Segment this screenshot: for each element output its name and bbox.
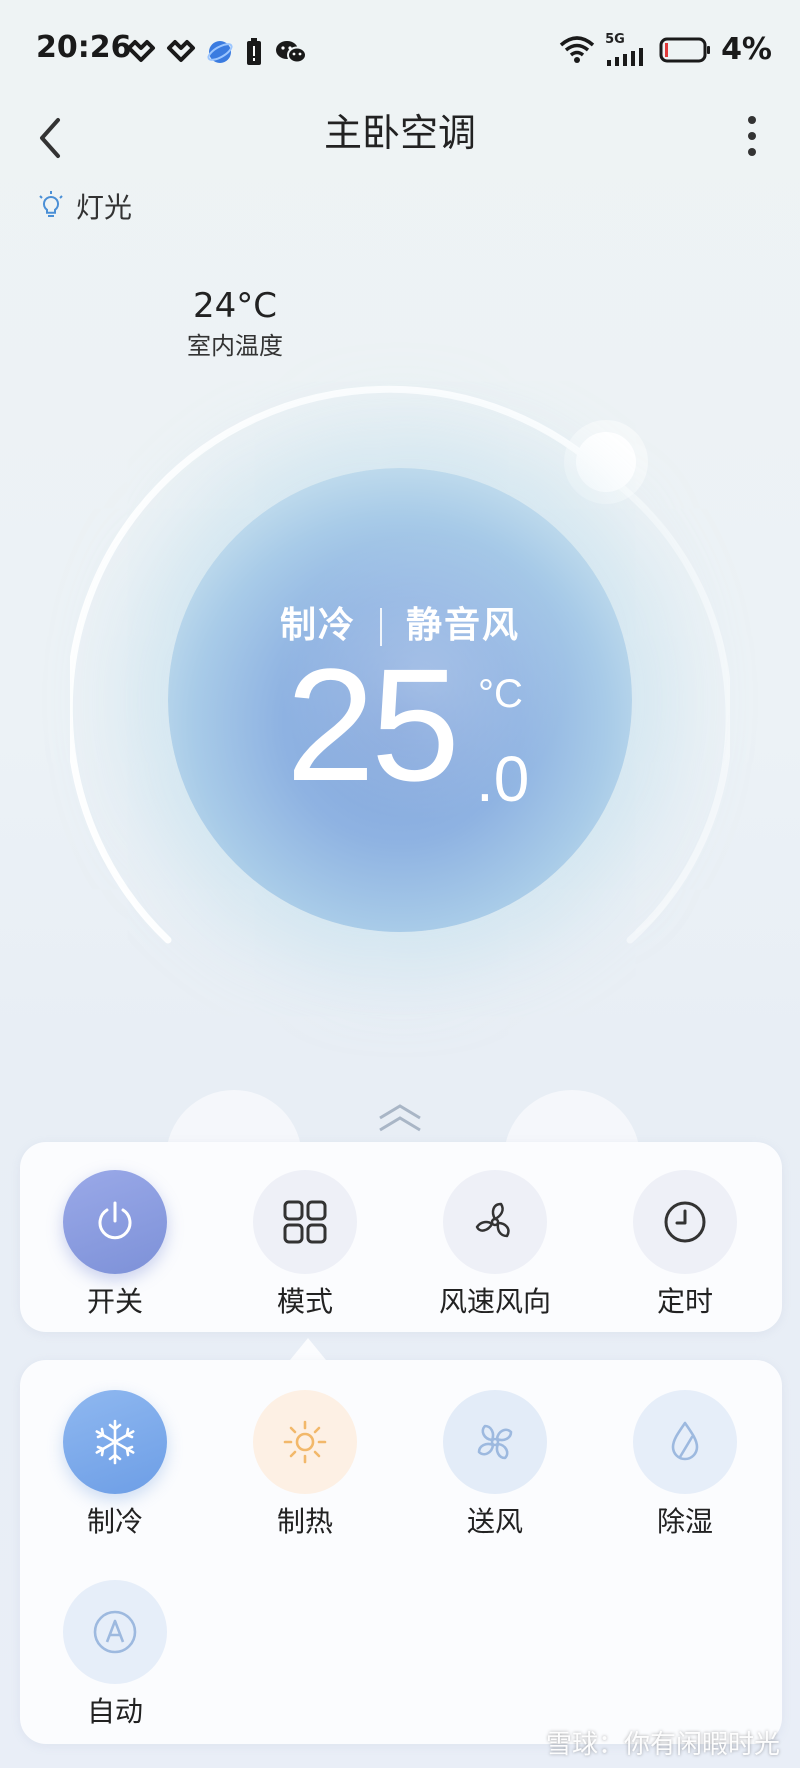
status-system-icons: 5G 4%: [559, 32, 772, 67]
wechat-icon: [276, 41, 307, 64]
mode-button[interactable]: 模式: [210, 1170, 400, 1320]
mode-fan-button[interactable]: 送风: [400, 1390, 590, 1540]
timer-button[interactable]: 定时: [590, 1170, 780, 1320]
mode-cool-circle[interactable]: [63, 1390, 167, 1494]
network-type: 5G: [605, 31, 625, 47]
indoor-temperature: 24°C: [192, 286, 277, 326]
grid-icon: [283, 1200, 327, 1244]
indoor-temperature-label: 室内温度: [187, 332, 283, 360]
droplet-icon: [671, 1421, 699, 1461]
power-icon: [98, 1201, 132, 1240]
power-button[interactable]: 开关: [20, 1170, 210, 1320]
power-label: 开关: [86, 1285, 143, 1318]
clock-icon: [664, 1201, 706, 1243]
battery-percent: 4%: [721, 32, 772, 67]
set-temperature-decimal: .0: [476, 743, 530, 815]
fan-speed-button[interactable]: 风速风向: [400, 1170, 590, 1320]
panel-pointer: [290, 1338, 326, 1360]
light-toggle[interactable]: 灯光: [36, 186, 132, 226]
dial-handle[interactable]: [576, 432, 636, 492]
mode-dry-button[interactable]: 除湿: [590, 1390, 780, 1540]
mode-cool-button[interactable]: 制冷: [20, 1390, 210, 1540]
mode-fan-circle[interactable]: [443, 1390, 547, 1494]
mode-auto-button[interactable]: 自动: [20, 1580, 210, 1730]
chevron-up-icon[interactable]: [376, 1100, 424, 1136]
sun-icon: [283, 1420, 327, 1464]
signal-icon: 5G: [605, 31, 649, 67]
mode-heat-label: 制热: [276, 1505, 333, 1538]
mode-button-circle[interactable]: [253, 1170, 357, 1274]
light-label: 灯光: [76, 191, 133, 224]
mode-heat-button[interactable]: 制热: [210, 1390, 400, 1540]
mode-label: 模式: [276, 1285, 333, 1318]
auto-icon: [93, 1610, 137, 1654]
mode-auto-label: 自动: [86, 1695, 143, 1728]
timer-button-circle[interactable]: [633, 1170, 737, 1274]
watermark: 雪球：你有闲暇时光: [545, 1730, 780, 1760]
browser-app-icon: [207, 41, 233, 63]
snowflake-icon: [95, 1419, 135, 1465]
fan-speed-label: 风速风向: [438, 1285, 551, 1318]
temperature-unit: °C: [478, 672, 523, 716]
fan-speed-button-circle[interactable]: [443, 1170, 547, 1274]
status-notification-icons: [126, 32, 308, 72]
mode-fan-label: 送风: [466, 1505, 523, 1538]
timer-label: 定时: [656, 1285, 713, 1318]
mode-auto-circle[interactable]: [63, 1580, 167, 1684]
mode-cool-label: 制冷: [86, 1505, 143, 1538]
heart-app-icon: [167, 40, 195, 62]
power-button-circle[interactable]: [63, 1170, 167, 1274]
mode-dry-label: 除湿: [656, 1505, 713, 1538]
mode-heat-circle[interactable]: [253, 1390, 357, 1494]
set-temperature: 25: [286, 635, 460, 814]
page-title: 主卧空调: [323, 111, 476, 155]
heart-app-icon: [127, 40, 155, 62]
status-time: 20:26: [36, 30, 132, 65]
more-icon[interactable]: [740, 110, 764, 162]
fan-icon: [477, 1424, 513, 1460]
lightbulb-icon: [39, 191, 63, 217]
fan-speed-icon: [475, 1202, 510, 1238]
mode-dry-circle[interactable]: [633, 1390, 737, 1494]
battery-alert-icon: [247, 38, 261, 65]
battery-icon: [659, 37, 711, 62]
wifi-icon: [559, 35, 595, 63]
